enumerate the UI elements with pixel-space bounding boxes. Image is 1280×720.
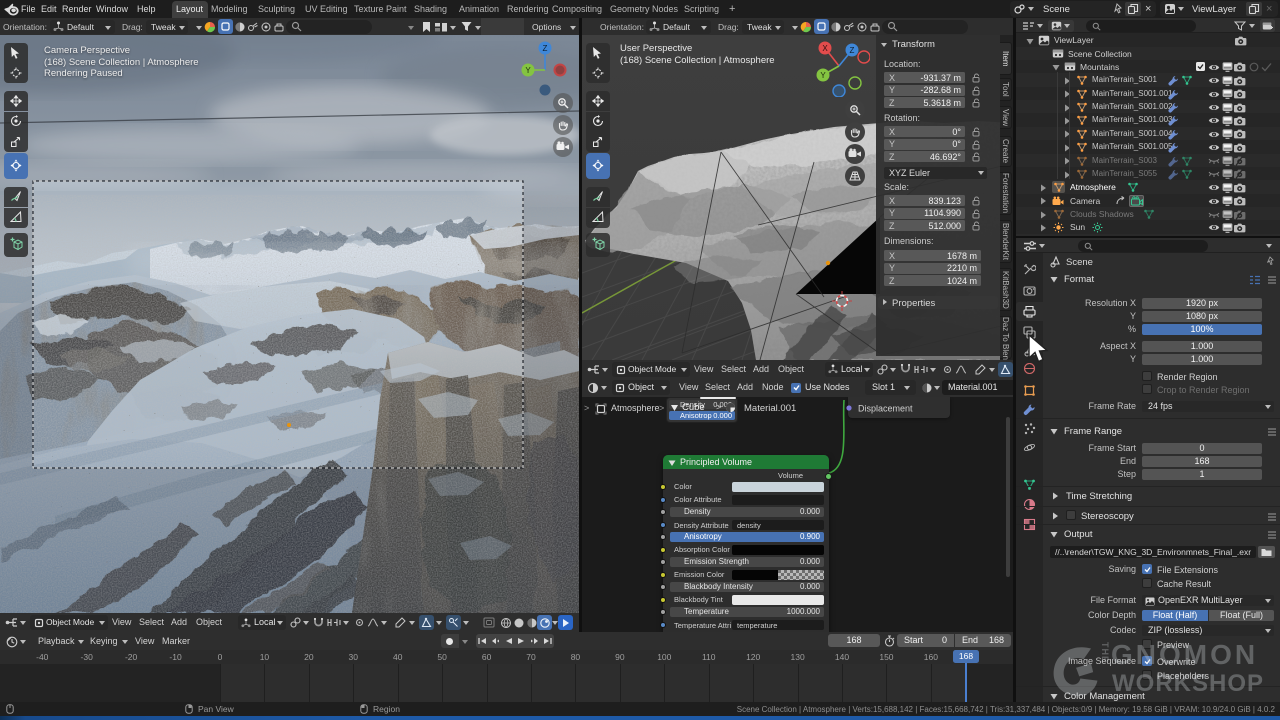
svg-text:Z: Z <box>850 46 855 55</box>
svg-text:Y: Y <box>525 66 531 75</box>
svg-text:Y: Y <box>820 71 826 80</box>
svg-text:Z: Z <box>543 44 548 53</box>
svg-text:X: X <box>822 44 828 53</box>
